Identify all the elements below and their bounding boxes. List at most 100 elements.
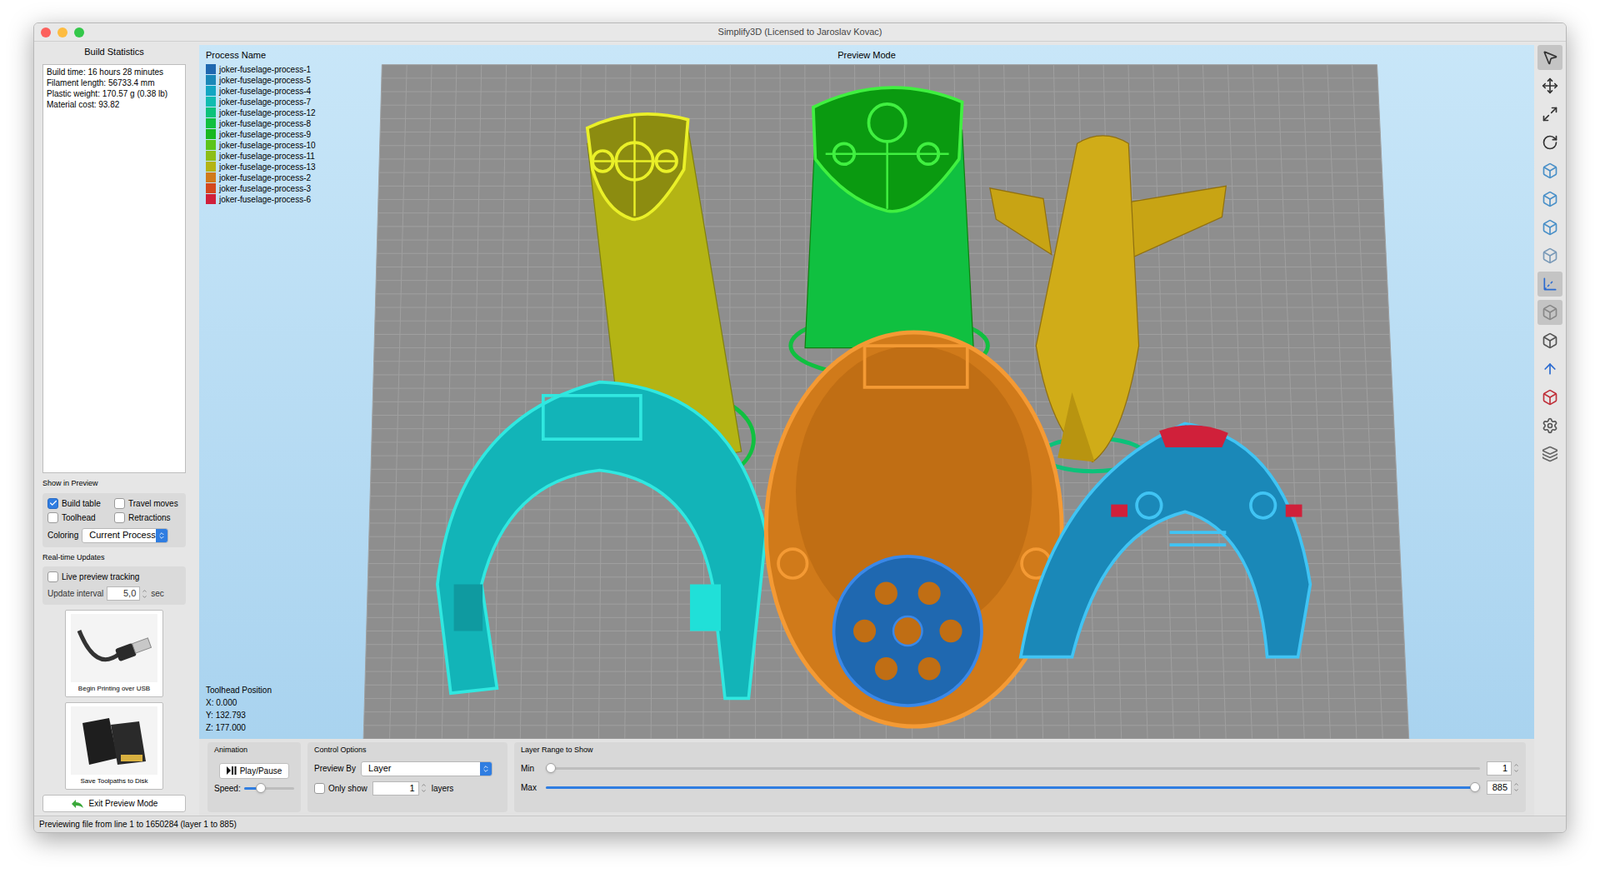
toolbar-button[interactable] bbox=[1537, 413, 1563, 439]
stepper-icon[interactable] bbox=[420, 782, 427, 795]
toolbar-button[interactable] bbox=[1537, 215, 1563, 240]
preview-option-checkbox[interactable] bbox=[114, 498, 125, 510]
legend-swatch bbox=[205, 194, 216, 205]
toolbar-button[interactable] bbox=[1537, 441, 1563, 467]
toolbar-button[interactable] bbox=[1537, 45, 1563, 70]
preview-option-checkbox[interactable] bbox=[47, 512, 59, 524]
slider-thumb[interactable] bbox=[545, 763, 556, 774]
legend-item: joker-fuselage-process-3 bbox=[205, 183, 316, 195]
layers-field[interactable]: 1 bbox=[372, 781, 427, 796]
toolbar-button[interactable] bbox=[1537, 243, 1563, 269]
preview-option[interactable]: Travel moves bbox=[114, 497, 181, 510]
preview-option[interactable]: Toolhead bbox=[47, 511, 115, 525]
layer-range-field[interactable]: 885 bbox=[1486, 780, 1520, 795]
only-show-checkbox[interactable] bbox=[314, 783, 325, 795]
layer-range-row: Min1 bbox=[520, 761, 1520, 776]
layer-range-field[interactable]: 1 bbox=[1486, 761, 1520, 776]
toolbar-tool-icon bbox=[1541, 162, 1559, 180]
toolbar-button[interactable] bbox=[1537, 271, 1563, 297]
preview-by-select[interactable]: Layer bbox=[360, 761, 493, 777]
preview-option[interactable]: Retractions bbox=[114, 511, 181, 525]
stepper-icon[interactable] bbox=[141, 588, 148, 600]
legend-item: joker-fuselage-process-6 bbox=[205, 194, 316, 205]
preview-option[interactable]: Build table bbox=[47, 497, 115, 510]
legend-item: joker-fuselage-process-11 bbox=[205, 150, 316, 162]
legend-item: joker-fuselage-process-2 bbox=[205, 172, 316, 184]
coloring-select[interactable]: Current Process bbox=[81, 528, 169, 544]
toolbar-tool-icon bbox=[1541, 247, 1559, 265]
zoom-button[interactable] bbox=[74, 27, 85, 38]
preview-option-checkbox[interactable] bbox=[47, 498, 59, 510]
toolbar-tool-icon bbox=[1541, 360, 1559, 378]
legend-item: joker-fuselage-process-4 bbox=[205, 85, 316, 97]
main-area: Build StatisticsBuild time: 16 hours 28 … bbox=[34, 41, 1566, 816]
live-tracking-checkbox[interactable] bbox=[47, 571, 59, 583]
slider-thumb[interactable] bbox=[255, 783, 266, 794]
legend-swatch bbox=[205, 64, 216, 75]
speed-slider[interactable] bbox=[244, 782, 295, 795]
output-button[interactable]: Save Toolpaths to Disk bbox=[65, 702, 164, 790]
part-disc bbox=[834, 556, 982, 706]
legend-swatch bbox=[205, 161, 216, 172]
part-arch-left bbox=[437, 382, 766, 700]
toolbar-tool-icon bbox=[1541, 389, 1559, 406]
layer-range-slider[interactable] bbox=[545, 781, 1480, 794]
build-plate bbox=[363, 65, 1409, 740]
toolbar-button[interactable] bbox=[1537, 328, 1563, 354]
right-toolbar bbox=[1534, 41, 1566, 816]
legend-item: joker-fuselage-process-1 bbox=[205, 64, 316, 75]
realtime-group: Real-time UpdatesLive preview trackingUp… bbox=[42, 552, 186, 606]
toolbar-tool-icon bbox=[1541, 417, 1559, 435]
toolbar-tool-icon bbox=[1541, 105, 1559, 123]
toolbar-button[interactable] bbox=[1537, 186, 1563, 212]
close-button[interactable] bbox=[40, 27, 51, 38]
exit-preview-button[interactable]: Exit Preview Mode bbox=[42, 795, 186, 813]
legend-swatch bbox=[205, 107, 216, 118]
live-tracking-option[interactable]: Live preview tracking bbox=[47, 570, 181, 584]
toolbar-button[interactable] bbox=[1537, 73, 1563, 99]
toolbar-button[interactable] bbox=[1537, 300, 1563, 325]
check-icon bbox=[49, 499, 58, 508]
back-arrow-icon bbox=[70, 799, 85, 810]
usb-cable-icon bbox=[70, 614, 158, 683]
toolbar-button[interactable] bbox=[1537, 130, 1563, 155]
layer-range-group: Layer Range to ShowMin1Max885 bbox=[514, 742, 1526, 813]
toolbar-tool-icon bbox=[1541, 134, 1559, 151]
animation-group: AnimationPlay/PauseSpeed: bbox=[207, 742, 301, 813]
minimize-button[interactable] bbox=[57, 27, 68, 38]
toolbar-button[interactable] bbox=[1537, 158, 1563, 184]
legend-swatch bbox=[205, 129, 216, 140]
stepper-icon[interactable] bbox=[1513, 781, 1520, 794]
only-show-option[interactable]: Only show bbox=[314, 782, 368, 795]
legend-swatch bbox=[205, 85, 216, 96]
legend-swatch bbox=[205, 150, 216, 161]
dropdown-arrow-icon bbox=[155, 529, 168, 543]
update-interval-field[interactable]: 5,0 bbox=[106, 586, 148, 601]
desktop: Simplify3D (Licensed to Jaroslav Kovac)B… bbox=[0, 0, 1600, 878]
layer-range-row: Max885 bbox=[520, 780, 1520, 795]
output-button[interactable]: Begin Printing over USB bbox=[65, 610, 164, 698]
build-statistics-box: Build time: 16 hours 28 minutesFilament … bbox=[42, 64, 186, 475]
legend-item: joker-fuselage-process-8 bbox=[205, 118, 316, 130]
toolbar-button[interactable] bbox=[1537, 101, 1563, 127]
toolbar-tool-icon bbox=[1541, 304, 1559, 321]
toolbar-tool-icon bbox=[1541, 445, 1559, 463]
preview-viewport[interactable]: Preview ModeProcess Namejoker-fuselage-p… bbox=[199, 45, 1535, 740]
stepper-icon[interactable] bbox=[1513, 762, 1520, 775]
build-plate-scene[interactable] bbox=[199, 45, 1535, 740]
legend-item: joker-fuselage-process-7 bbox=[205, 96, 316, 108]
toolbar-tool-icon bbox=[1541, 77, 1559, 95]
slider-thumb[interactable] bbox=[1470, 782, 1480, 793]
legend-item: joker-fuselage-process-9 bbox=[205, 129, 316, 140]
sd-card-icon bbox=[70, 706, 158, 775]
play-pause-button[interactable]: Play/Pause bbox=[219, 763, 290, 780]
center-column: Preview ModeProcess Namejoker-fuselage-p… bbox=[194, 41, 1535, 816]
legend-swatch bbox=[205, 75, 216, 85]
toolbar-button[interactable] bbox=[1537, 356, 1563, 382]
legend-item: joker-fuselage-process-5 bbox=[205, 75, 316, 86]
legend-item: joker-fuselage-process-12 bbox=[205, 107, 316, 119]
layer-range-slider[interactable] bbox=[545, 762, 1480, 775]
legend-swatch bbox=[205, 172, 216, 183]
preview-option-checkbox[interactable] bbox=[114, 512, 125, 524]
toolbar-button[interactable] bbox=[1537, 385, 1563, 410]
